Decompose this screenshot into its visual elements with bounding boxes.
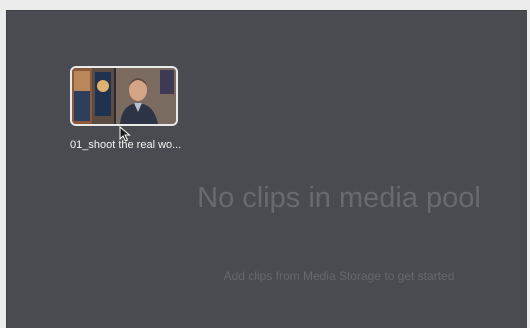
clip-thumbnail-item[interactable]: 01_shoot the real wo... [70,66,182,151]
empty-pool-hint: Add clips from Media Storage to get star… [223,269,455,283]
clip-name-label: 01_shoot the real wo... [70,139,182,151]
clip-thumbnail[interactable] [70,66,178,126]
clip-thumbnail-image [72,68,176,124]
media-pool-panel[interactable]: 01_shoot the real wo... No clips in medi… [6,10,527,328]
empty-pool-title: No clips in media pool [197,182,481,214]
